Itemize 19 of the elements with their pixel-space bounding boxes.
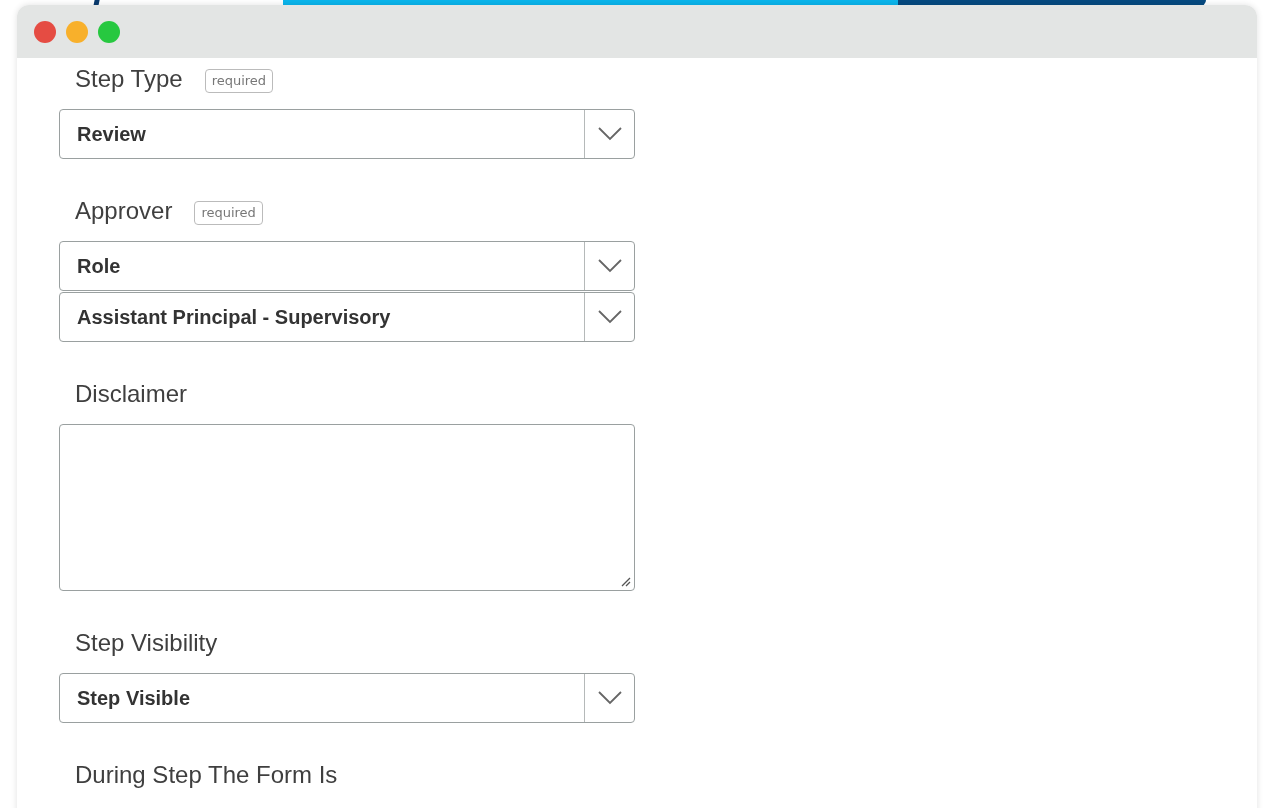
required-badge: required bbox=[204, 69, 274, 93]
chevron-down-icon bbox=[597, 310, 622, 324]
dropdown-field[interactable]: Step Visible bbox=[59, 673, 635, 723]
field-label: Approver bbox=[75, 196, 173, 226]
field-label: Step Visibility bbox=[75, 628, 218, 658]
resize-handle-icon[interactable] bbox=[620, 576, 631, 587]
close-icon[interactable] bbox=[34, 20, 56, 43]
maximize-icon[interactable] bbox=[98, 20, 120, 43]
field-label: During Step The Form Is bbox=[75, 760, 338, 790]
minimize-icon[interactable] bbox=[66, 20, 88, 43]
field-label: Disclaimer bbox=[75, 379, 187, 409]
dropdown-field[interactable]: Role bbox=[59, 241, 635, 291]
chevron-down-icon bbox=[597, 127, 622, 141]
dropdown-field[interactable]: Review bbox=[59, 109, 635, 159]
dropdown-field[interactable]: Assistant Principal - Supervisory bbox=[59, 292, 635, 342]
required-badge: required bbox=[194, 201, 263, 225]
chevron-down-icon bbox=[597, 259, 622, 273]
field-label: Step Type bbox=[75, 64, 183, 94]
chevron-down-icon bbox=[597, 691, 622, 705]
